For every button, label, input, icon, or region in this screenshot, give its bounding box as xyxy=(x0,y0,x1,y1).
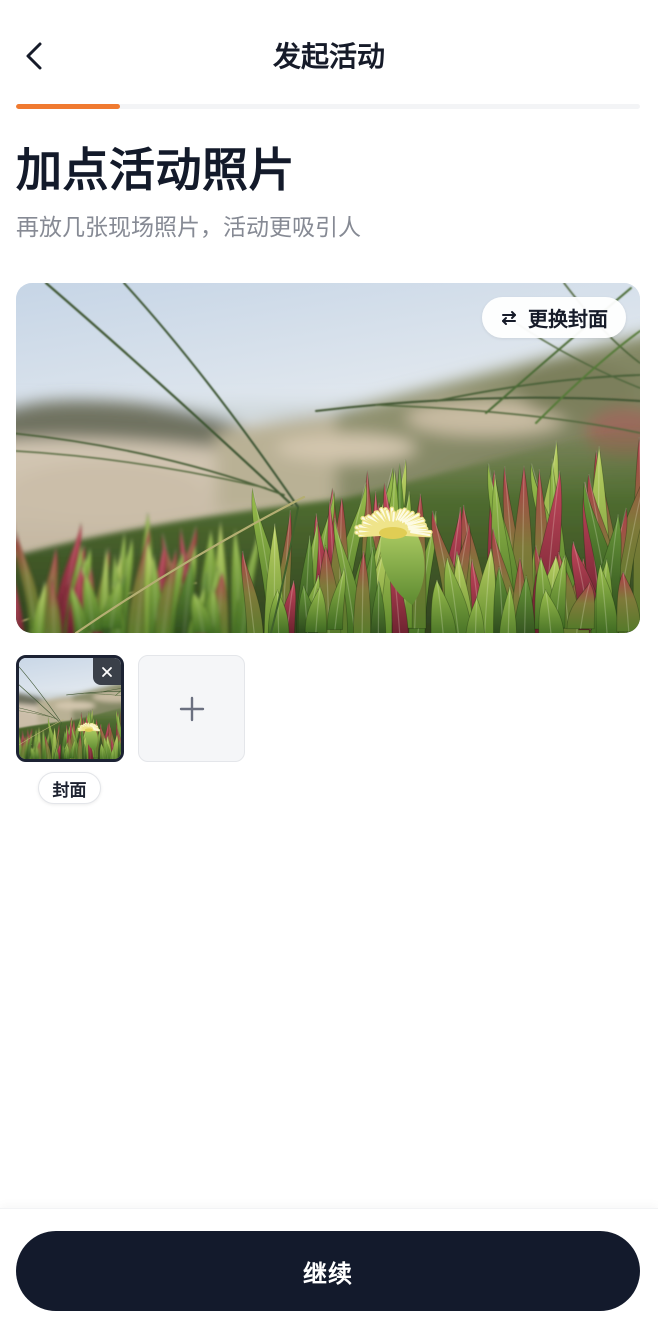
close-icon xyxy=(102,666,112,677)
remove-photo-button[interactable] xyxy=(93,658,121,685)
swap-icon xyxy=(502,310,516,325)
cover-badge: 封面 xyxy=(38,772,101,804)
change-cover-label: 更换封面 xyxy=(528,309,608,331)
progress-fill xyxy=(16,104,121,109)
cover-photo: 更换封面 xyxy=(16,283,640,633)
plus-icon xyxy=(179,696,204,721)
continue-button[interactable]: 继续 xyxy=(16,1231,640,1311)
step-heading: 加点活动照片 xyxy=(16,144,295,196)
photo-thumbnail[interactable] xyxy=(16,655,124,762)
page-title: 发起活动 xyxy=(272,41,385,72)
bottom-bar: 继续 xyxy=(0,1208,658,1340)
change-cover-button[interactable]: 更换封面 xyxy=(482,297,626,338)
add-photo-button[interactable] xyxy=(138,655,245,762)
progress-track xyxy=(16,104,640,109)
step-subheading: 再放几张现场照片，活动更吸引人 xyxy=(16,214,361,240)
